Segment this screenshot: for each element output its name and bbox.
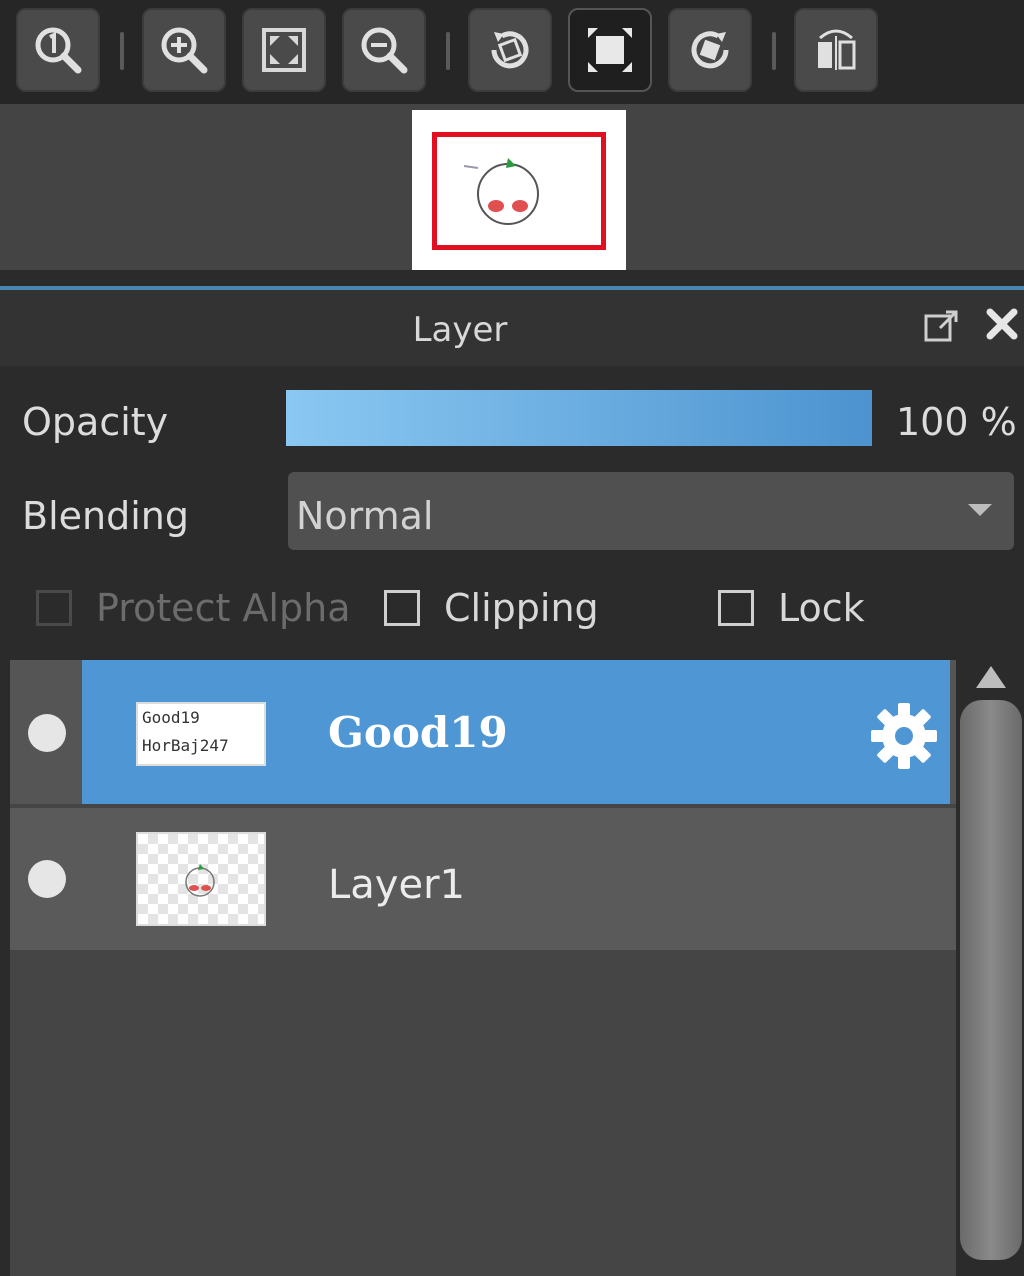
- rotate-left-button[interactable]: [468, 8, 552, 92]
- fit-screen-icon: [262, 28, 306, 72]
- panel-title: Layer: [412, 310, 508, 350]
- clipping-checkbox[interactable]: Clipping: [384, 586, 599, 630]
- blending-label: Blending: [22, 494, 189, 538]
- zoom-actual-icon: [35, 27, 82, 74]
- chevron-down-icon: [968, 504, 992, 516]
- layer-row-layer1[interactable]: Layer1: [10, 808, 956, 950]
- layer-thumbnail: [136, 832, 266, 926]
- view-toolbar: [0, 0, 1024, 104]
- fit-screen-button[interactable]: [242, 8, 326, 92]
- layer-thumbnail-image: [185, 864, 215, 897]
- panel-divider[interactable]: [0, 270, 1024, 286]
- layer-name: Good19: [328, 708, 508, 757]
- navigator-panel: [0, 104, 1024, 270]
- rotate-left-icon: [491, 31, 529, 69]
- zoom-actual-button[interactable]: [16, 8, 100, 92]
- opacity-slider-fill: [286, 390, 872, 446]
- layer-list: Good19 HorBaj247 Good19 Layer1: [10, 660, 956, 1276]
- gear-icon[interactable]: [868, 700, 940, 772]
- protect-alpha-label: Protect Alpha: [96, 586, 351, 630]
- layer-panel-header: Layer: [0, 290, 1024, 366]
- blending-value: Normal: [296, 494, 434, 538]
- scroll-up-arrow-icon[interactable]: [976, 666, 1006, 688]
- flip-horizontal-button[interactable]: [794, 8, 878, 92]
- layer-name: Layer1: [328, 862, 465, 908]
- opacity-label: Opacity: [22, 400, 169, 444]
- navigator-view-frame[interactable]: [432, 132, 606, 250]
- layer-thumbnail: Good19 HorBaj247: [136, 702, 266, 766]
- rotate-right-button[interactable]: [668, 8, 752, 92]
- clipping-label: Clipping: [444, 586, 599, 630]
- zoom-out-icon: [361, 27, 408, 74]
- layer-row-good19[interactable]: Good19 HorBaj247 Good19: [10, 660, 956, 804]
- rotate-right-icon: [691, 31, 729, 69]
- navigator-preview[interactable]: [412, 110, 626, 270]
- visibility-toggle[interactable]: [28, 860, 66, 898]
- lock-box[interactable]: [718, 590, 754, 626]
- toolbar-separator: [772, 32, 776, 70]
- toolbar-separator: [120, 32, 124, 70]
- thumbnail-text-line: Good19: [142, 708, 200, 727]
- zoom-out-button[interactable]: [342, 8, 426, 92]
- scrollbar-thumb[interactable]: [960, 700, 1022, 1260]
- clipping-box[interactable]: [384, 590, 420, 626]
- protect-alpha-box[interactable]: [36, 590, 72, 626]
- lock-label: Lock: [778, 586, 865, 630]
- visibility-toggle[interactable]: [28, 714, 66, 752]
- blending-dropdown[interactable]: Normal: [288, 472, 1014, 550]
- fit-window-button[interactable]: [568, 8, 652, 92]
- popout-icon[interactable]: [922, 306, 962, 346]
- close-icon[interactable]: [982, 304, 1022, 344]
- opacity-slider[interactable]: [286, 390, 872, 446]
- toolbar-separator: [446, 32, 450, 70]
- zoom-in-button[interactable]: [142, 8, 226, 92]
- zoom-in-icon: [161, 27, 208, 74]
- lock-checkbox[interactable]: Lock: [718, 586, 865, 630]
- fit-window-icon: [588, 28, 632, 72]
- thumbnail-text-line: HorBaj247: [142, 736, 229, 755]
- flip-horizontal-icon: [818, 29, 856, 70]
- protect-alpha-checkbox[interactable]: Protect Alpha: [36, 586, 350, 630]
- opacity-value: 100 %: [896, 400, 1017, 444]
